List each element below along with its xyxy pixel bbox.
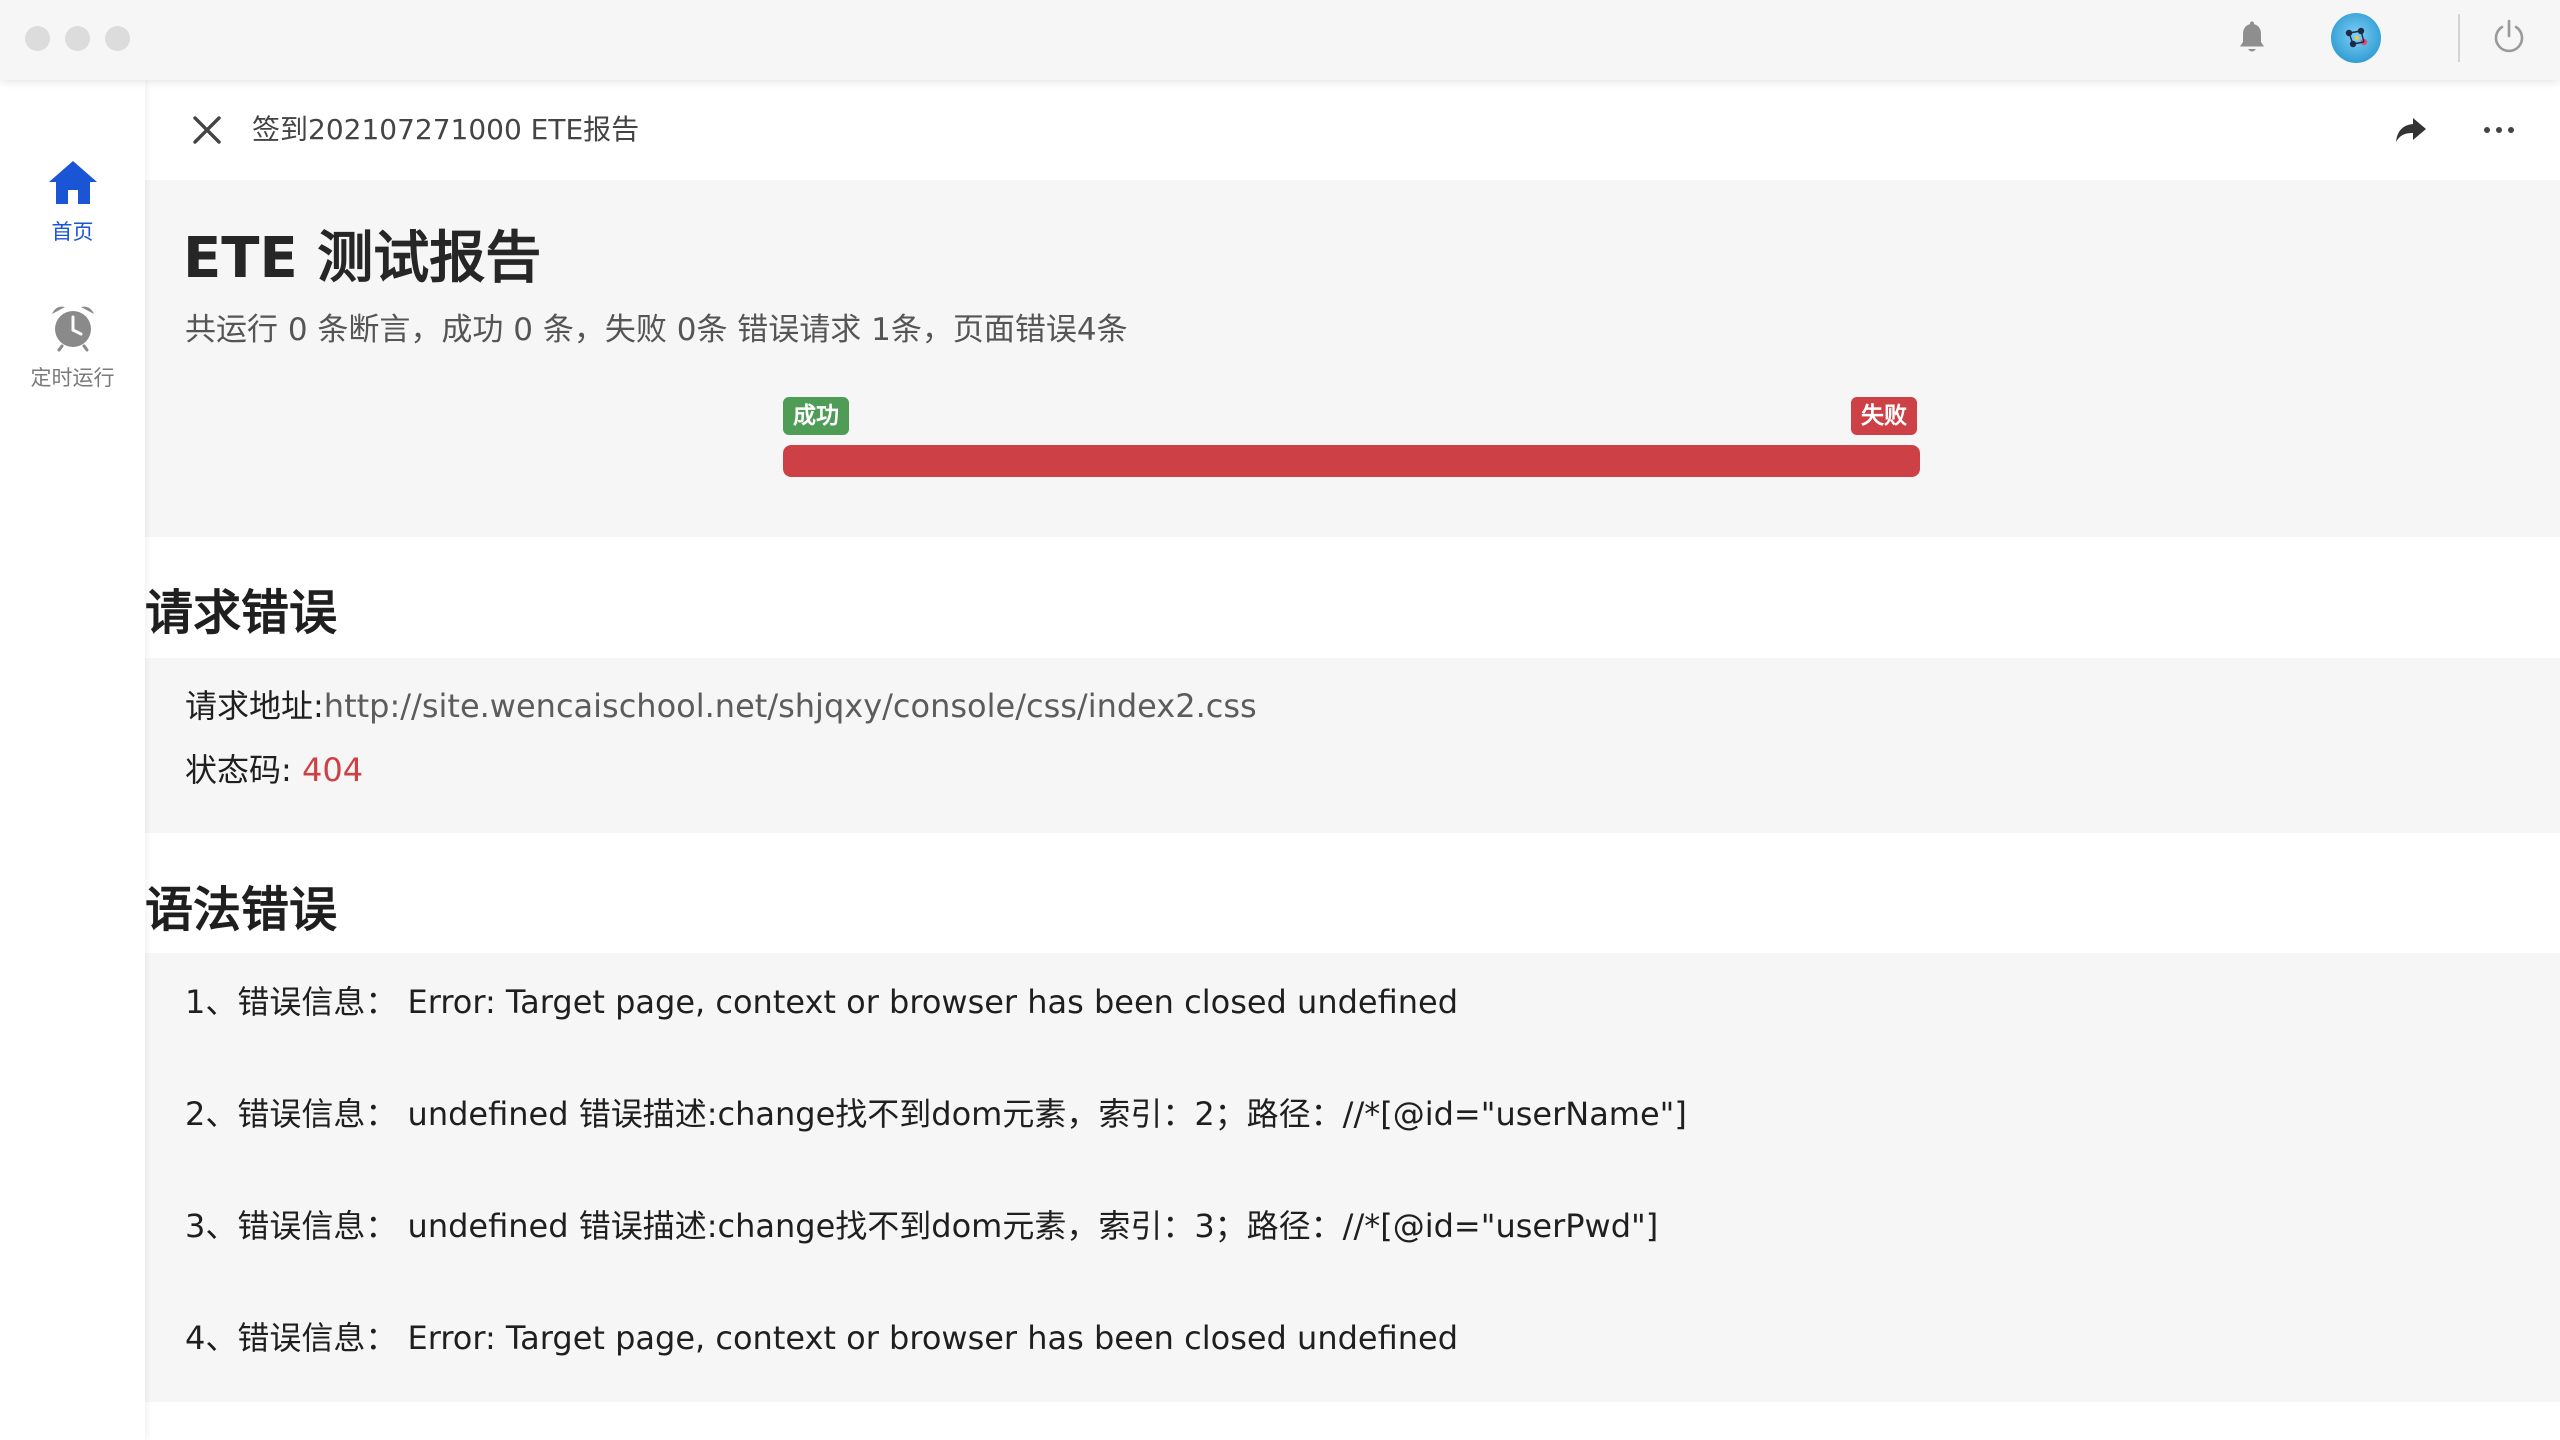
success-badge: 成功 — [783, 397, 849, 435]
syntax-error-item: 4、错误信息： Error: Target page, context or b… — [185, 1319, 1459, 1357]
sidebar-item-scheduled-run[interactable]: 定时运行 — [0, 302, 145, 392]
alarm-clock-icon — [51, 306, 94, 352]
request-errors-panel: 请求地址:http://site.wencaischool.net/shjqxy… — [145, 658, 2560, 833]
sidebar-item-label: 首页 — [51, 220, 94, 244]
report-summary: ETE 测试报告 共运行 0 条断言，成功 0 条，失败 0条 错误请求 1条，… — [145, 180, 2560, 537]
fail-badge: 失败 — [1851, 397, 1917, 435]
window-titlebar — [0, 0, 2560, 80]
status-code-value: 404 — [301, 751, 364, 789]
page-title: 签到202107271000 ETE报告 — [252, 113, 640, 146]
syntax-errors-heading: 语法错误 — [145, 882, 338, 938]
report-title: ETE 测试报告 — [183, 226, 542, 291]
request-url-link[interactable]: http://site.wencaischool.net/shjqxy/cons… — [324, 687, 1257, 725]
request-errors-heading: 请求错误 — [145, 585, 338, 641]
syntax-error-item: 2、错误信息： undefined 错误描述:change找不到dom元素，索引… — [185, 1095, 1687, 1133]
result-progress-fill — [783, 445, 1920, 477]
request-url-label: 请求地址: — [185, 687, 324, 725]
syntax-errors-panel: 1、错误信息： Error: Target page, context or b… — [145, 953, 2560, 1402]
more-options-icon[interactable] — [2481, 112, 2517, 148]
share-icon[interactable] — [2393, 112, 2429, 148]
close-icon[interactable] — [189, 112, 225, 148]
status-code-row: 状态码: 404 — [185, 748, 363, 792]
status-code-label: 状态码: — [185, 751, 302, 789]
sidebar-item-label: 定时运行 — [30, 366, 115, 390]
sidebar-item-home[interactable]: 首页 — [0, 158, 145, 246]
sidebar: 首页 定时运行 — [0, 80, 145, 1440]
home-icon — [48, 161, 97, 204]
report-stats: 共运行 0 条断言，成功 0 条，失败 0条 错误请求 1条，页面错误4条 — [185, 312, 1128, 348]
titlebar-divider — [2458, 14, 2460, 62]
request-url-row: 请求地址:http://site.wencaischool.net/shjqxy… — [185, 684, 1257, 728]
syntax-error-item: 1、错误信息： Error: Target page, context or b… — [185, 983, 1459, 1021]
user-avatar[interactable] — [2331, 13, 2381, 63]
result-progress-bar — [783, 445, 1920, 477]
window-maximize-dot[interactable] — [105, 26, 130, 51]
window-minimize-dot[interactable] — [65, 26, 90, 51]
syntax-error-item: 3、错误信息： undefined 错误描述:change找不到dom元素，索引… — [185, 1207, 1659, 1245]
content-header: 签到202107271000 ETE报告 — [145, 80, 2560, 180]
power-icon[interactable] — [2490, 18, 2528, 56]
window-close-dot[interactable] — [25, 26, 50, 51]
bell-icon[interactable] — [2236, 21, 2268, 57]
